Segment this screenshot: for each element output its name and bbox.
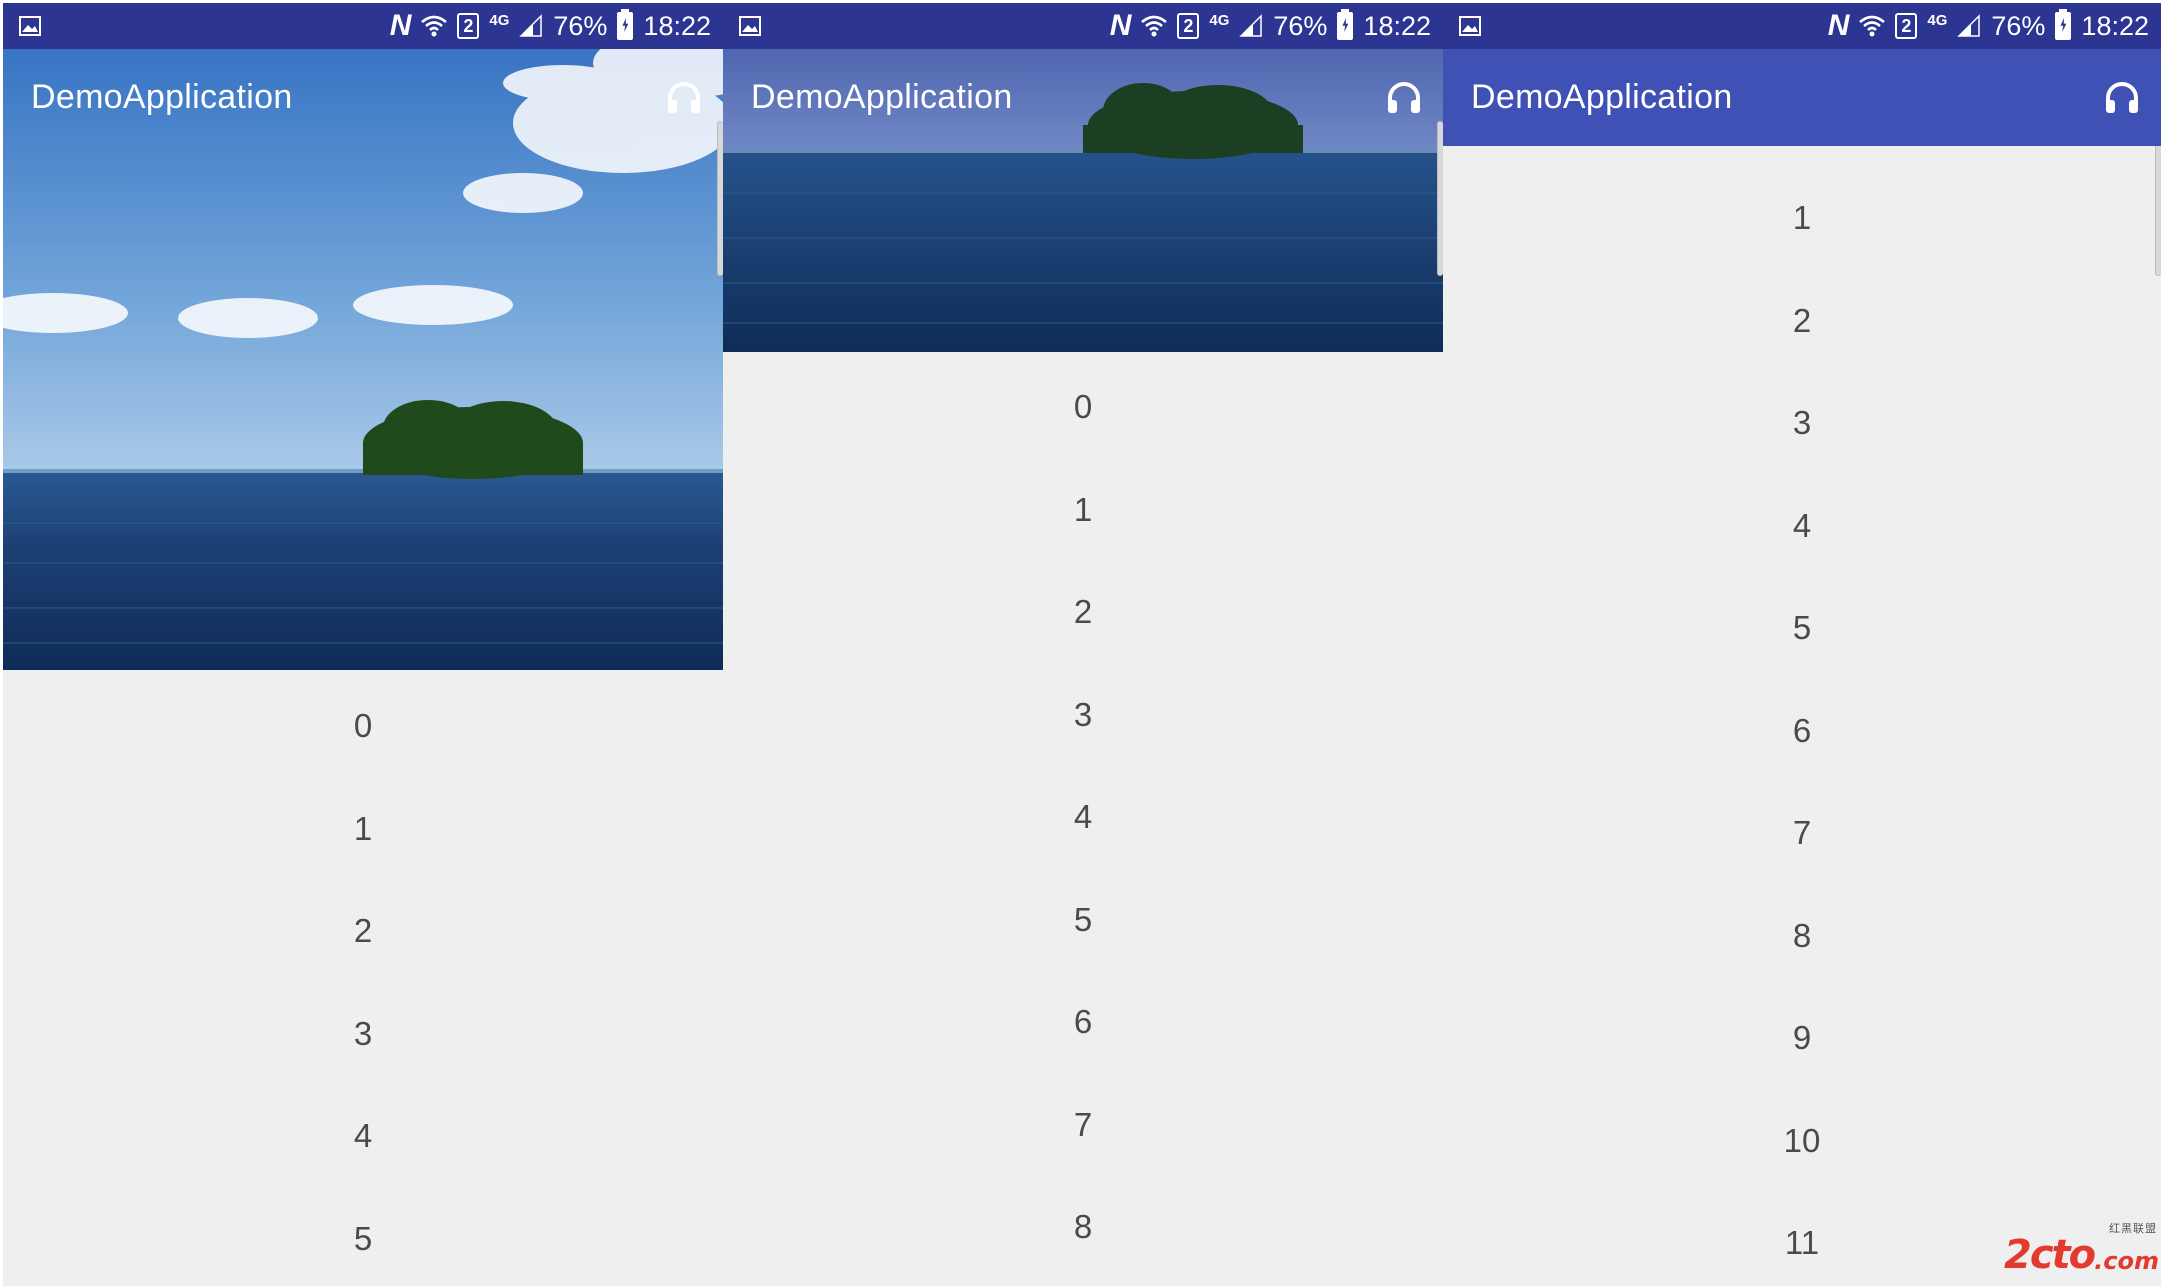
toolbar-solid: DemoApplication (1443, 49, 2161, 146)
headset-icon[interactable] (665, 79, 703, 117)
app-title: DemoApplication (1471, 78, 1733, 116)
wifi-icon (1141, 14, 1168, 38)
status-right: N 2 4G 76% 18:22 (1828, 3, 2149, 49)
battery-percentage: 76% (553, 10, 608, 41)
battery-charging-icon (617, 9, 634, 40)
list-item[interactable]: 6 (723, 971, 1443, 1074)
list-item[interactable]: 4 (723, 766, 1443, 869)
toolbar-transparent: DemoApplication (3, 49, 723, 146)
sim-icon: 2 (1895, 13, 1918, 39)
list-item[interactable]: 1 (3, 778, 723, 881)
wifi-icon (1859, 14, 1886, 38)
number-list[interactable]: 0 1 2 3 4 5 6 7 8 (723, 356, 1443, 1279)
number-list[interactable]: 0 1 2 3 4 5 (3, 675, 723, 1286)
signal-icon (1239, 14, 1263, 38)
clock: 18:22 (1363, 10, 1431, 41)
status-left (739, 3, 761, 49)
list-item[interactable]: 5 (3, 1188, 723, 1287)
signal-icon (519, 14, 543, 38)
list-item[interactable]: 2 (3, 880, 723, 983)
headset-icon[interactable] (1385, 79, 1423, 117)
status-left (1459, 3, 1481, 49)
list-item[interactable]: 2 (1443, 270, 2161, 373)
list-item[interactable]: 9 (1443, 987, 2161, 1090)
phone-panel-collapsed: N 2 4G 76% 18:22 DemoApplication 1 2 3 4… (1443, 3, 2161, 1286)
status-right: N 2 4G 76% 18:22 (1110, 3, 1431, 49)
list-item[interactable]: 8 (1443, 885, 2161, 988)
list-item[interactable]: 6 (1443, 680, 2161, 783)
battery-charging-icon (2055, 9, 2072, 40)
battery-charging-icon (1337, 9, 1354, 40)
list-item[interactable]: 3 (723, 664, 1443, 767)
battery-percentage: 76% (1991, 10, 2046, 41)
watermark-logo-text: 2cto (2004, 1232, 2096, 1278)
list-item[interactable]: 4 (3, 1085, 723, 1188)
nfc-icon: N (1827, 9, 1850, 42)
signal-icon (1957, 14, 1981, 38)
status-bar: N 2 4G 76% 18:22 (723, 3, 1443, 49)
list-item[interactable]: 0 (723, 356, 1443, 459)
network-type-label: 4G (1927, 11, 1948, 29)
list-item[interactable]: 10 (1443, 1090, 2161, 1193)
list-item[interactable]: 3 (1443, 372, 2161, 475)
list-item[interactable]: 4 (1443, 475, 2161, 578)
list-item[interactable]: 1 (723, 459, 1443, 562)
nfc-icon: N (1109, 9, 1132, 42)
status-bar: N 2 4G 76% 18:22 (3, 3, 723, 49)
clock: 18:22 (2081, 10, 2149, 41)
phone-panel-expanded: N 2 4G 76% 18:22 DemoApplication 0 1 2 3… (3, 3, 723, 1286)
screenshot-stage: N 2 4G 76% 18:22 DemoApplication 0 1 2 3… (0, 0, 2164, 1288)
sim-icon: 2 (457, 13, 480, 39)
list-item[interactable]: 2 (723, 561, 1443, 664)
clock: 18:22 (643, 10, 711, 41)
battery-percentage: 76% (1273, 10, 1328, 41)
gallery-notification-icon (739, 16, 761, 36)
list-item[interactable]: 1 (1443, 167, 2161, 270)
list-item[interactable]: 0 (3, 675, 723, 778)
list-item[interactable]: 3 (3, 983, 723, 1086)
headset-icon[interactable] (2103, 79, 2141, 117)
status-left (19, 3, 41, 49)
wifi-icon (421, 14, 448, 38)
phone-panel-collapsing: N 2 4G 76% 18:22 DemoApplication 0 1 2 3… (723, 3, 1443, 1286)
site-watermark: 红黑联盟 2cto .com (2004, 1222, 2159, 1278)
nfc-icon: N (389, 9, 412, 42)
status-bar: N 2 4G 76% 18:22 (1443, 3, 2161, 49)
app-title: DemoApplication (751, 78, 1013, 116)
status-right: N 2 4G 76% 18:22 (390, 3, 711, 49)
list-item[interactable]: 7 (723, 1074, 1443, 1177)
gallery-notification-icon (1459, 16, 1481, 36)
number-list[interactable]: 1 2 3 4 5 6 7 8 9 10 11 (1443, 167, 2161, 1286)
network-type-label: 4G (489, 11, 510, 29)
toolbar-transparent: DemoApplication (723, 49, 1443, 146)
gallery-notification-icon (19, 16, 41, 36)
app-title: DemoApplication (31, 78, 293, 116)
sim-icon: 2 (1177, 13, 1200, 39)
watermark-domain-suffix: .com (2094, 1247, 2159, 1275)
list-item[interactable]: 5 (723, 869, 1443, 972)
list-item[interactable]: 5 (1443, 577, 2161, 680)
network-type-label: 4G (1209, 11, 1230, 29)
list-item[interactable]: 7 (1443, 782, 2161, 885)
list-item[interactable]: 8 (723, 1176, 1443, 1279)
watermark-cn-text: 红黑联盟 (2109, 1222, 2157, 1235)
